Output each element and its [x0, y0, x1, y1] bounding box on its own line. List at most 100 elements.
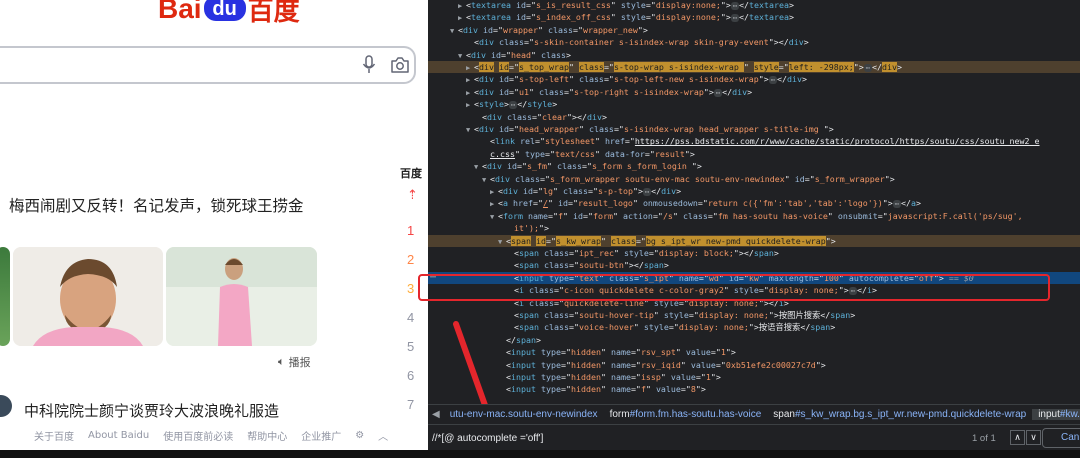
xpath-search-input[interactable]: [430, 428, 1030, 448]
dom-node-markup: <span id="s_kw_wrap" class="bg s_ipt_wr …: [506, 235, 836, 246]
dom-node-markup: <div class="clear"></div>: [482, 111, 607, 122]
scroll-left-icon[interactable]: ◀︎: [428, 409, 444, 420]
breadcrumb: ◀︎ utu-env-mac.soutu-env-newindex form#fo…: [428, 404, 1080, 424]
breadcrumb-selector: utu-env-mac.soutu-env-newindex: [449, 409, 598, 420]
ranking-number: 2: [407, 252, 415, 267]
cancel-button[interactable]: Can: [1042, 428, 1080, 448]
page-footer: 关于百度 About Baidu 使用百度前必读 帮助中心 企业推广 ⚙︎ ︿: [34, 428, 388, 443]
breadcrumb-item[interactable]: form#form.fm.has-soutu.has-voice: [604, 409, 768, 420]
ranking-number: 4: [407, 310, 415, 325]
news-avatar: [0, 395, 12, 417]
dom-node[interactable]: <input type="hidden" name="rsv_spt" valu…: [428, 346, 1080, 358]
dom-node-markup: <a href="/" id="result_logo" onmousedown…: [498, 198, 921, 209]
footer-link[interactable]: 使用百度前必读: [163, 428, 233, 443]
dom-node[interactable]: <span class="voice-hover" style="display…: [428, 321, 1080, 333]
collapse-triangle-icon[interactable]: ▶: [458, 0, 466, 12]
dom-node[interactable]: <input type="hidden" name="rsv_iqid" val…: [428, 359, 1080, 371]
news-headline[interactable]: 中科院院士颜宁谈贾玲大波浪晚礼服造: [24, 400, 279, 421]
dom-node[interactable]: ▶ <div id="lg" class="s-p-top"> ⋯ </div>: [428, 185, 1080, 197]
broadcast-button[interactable]: 🔈︎ 播报: [278, 354, 311, 370]
find-bar: 1 of 1 ∧ ∨ Can: [428, 424, 1080, 450]
expand-triangle-icon[interactable]: ▼: [458, 50, 466, 62]
dom-node-markup: <div class="s-skin-container s-isindex-w…: [474, 37, 809, 48]
breadcrumb-item[interactable]: span#s_kw_wrap.bg.s_ipt_wr.new-pmd.quick…: [767, 409, 1032, 420]
breadcrumb-item[interactable]: input#kw.s_i: [1032, 409, 1080, 420]
ranking-number: 7: [407, 397, 415, 412]
collapse-triangle-icon[interactable]: ▶: [490, 198, 498, 210]
footer-link[interactable]: 企业推广: [301, 428, 341, 443]
dom-node[interactable]: <link rel="stylesheet" href="https://pss…: [428, 135, 1080, 147]
dom-node-markup: <div id="head_wrapper" class="s-isindex-…: [474, 124, 834, 134]
collapse-icon[interactable]: ︿: [378, 428, 388, 443]
dom-node-markup: <form name="f" id="form" action="/s" cla…: [498, 210, 1023, 221]
tool-icon[interactable]: ⚙︎: [355, 430, 364, 441]
footer-link[interactable]: 关于百度: [34, 428, 74, 443]
collapse-triangle-icon[interactable]: ▶: [466, 62, 474, 74]
dom-node-markup: <input type="hidden" name="rsv_spt" valu…: [506, 347, 736, 358]
baidu-logo[interactable]: Bai du 百度: [158, 0, 300, 27]
dom-node-markup: <div id="s_top_wrap" class="s-top-wrap s…: [474, 62, 902, 72]
dom-node-markup: <div id="s-top-left" class="s-top-left-n…: [474, 74, 808, 85]
dom-node[interactable]: ▶ <div id="u1" class="s-top-right s-isind…: [428, 86, 1080, 98]
dom-node-markup: <div id="s_fm" class="s_form s_form_logi…: [482, 161, 702, 172]
dom-node[interactable]: <span class="soutu-hover-tip" style="dis…: [428, 309, 1080, 321]
dom-node[interactable]: ▼ <div id="head_wrapper" class="s-isindex…: [428, 123, 1080, 135]
expand-triangle-icon[interactable]: ▼: [474, 161, 482, 173]
dom-node[interactable]: ▶ <div id="s-top-left" class="s-top-left-…: [428, 73, 1080, 85]
news-thumbnail[interactable]: [13, 247, 163, 346]
footer-link[interactable]: About Baidu: [88, 430, 149, 441]
collapse-triangle-icon[interactable]: ▶: [466, 74, 474, 86]
dom-node[interactable]: <span class="ipt_rec" style="display: bl…: [428, 247, 1080, 259]
dom-node[interactable]: ▶ <textarea id="s_is_result_css" style="d…: [428, 0, 1080, 11]
dom-node[interactable]: ▼ <div id="wrapper" class="wrapper_new">: [428, 24, 1080, 36]
dom-node[interactable]: ▶ <a href="/" id="result_logo" onmousedow…: [428, 197, 1080, 209]
dom-node[interactable]: ▶ <textarea id="s_index_off_css" style="d…: [428, 11, 1080, 23]
dom-node-markup: <div id="head" class>: [466, 49, 571, 60]
dom-node[interactable]: ▶ <style> ⋯ </style>: [428, 98, 1080, 110]
dom-node[interactable]: ▶ <div id="s_top_wrap" class="s-top-wrap …: [428, 61, 1080, 73]
highlight-box: [418, 274, 1050, 301]
previous-match-button[interactable]: ∧: [1010, 430, 1025, 445]
dom-node-markup: it');">: [514, 223, 549, 234]
dom-node[interactable]: <div class="clear"></div>: [428, 111, 1080, 123]
dom-node[interactable]: ▼ <form name="f" id="form" action="/s" cl…: [428, 210, 1080, 222]
camera-icon[interactable]: [390, 56, 410, 74]
search-input[interactable]: [0, 46, 416, 84]
collapse-triangle-icon[interactable]: ▶: [466, 99, 474, 111]
breadcrumb-item[interactable]: utu-env-mac.soutu-env-newindex: [444, 409, 604, 420]
news-thumbnail[interactable]: [0, 247, 10, 346]
breadcrumb-tag: form: [609, 409, 630, 420]
dom-node-markup: <span class="soutu-hover-tip" style="dis…: [514, 310, 856, 320]
expand-triangle-icon[interactable]: ▼: [482, 174, 490, 186]
dom-node[interactable]: <span class="soutu-btn"></span>: [428, 259, 1080, 271]
dom-node[interactable]: ▼ <span id="s_kw_wrap" class="bg s_ipt_wr…: [428, 234, 1080, 248]
dom-node[interactable]: ▼ <div class="s_form_wrapper soutu-env-ma…: [428, 173, 1080, 185]
dom-node[interactable]: it');">: [428, 222, 1080, 234]
dom-node[interactable]: c.css" type="text/css" data-for="result"…: [428, 148, 1080, 160]
expand-triangle-icon[interactable]: ▼: [490, 211, 498, 223]
speaker-icon: 🔈︎: [278, 355, 285, 368]
collapse-triangle-icon[interactable]: ▶: [466, 87, 474, 99]
footer-link[interactable]: 帮助中心: [247, 428, 287, 443]
hot-news-title[interactable]: 梅西闹剧又反转！名记发声，锁死球王捞金: [9, 194, 304, 216]
dom-node[interactable]: ▼ <div id="s_fm" class="s_form s_form_log…: [428, 160, 1080, 172]
dom-node[interactable]: <div class="s-skin-container s-isindex-w…: [428, 36, 1080, 48]
breadcrumb-list: utu-env-mac.soutu-env-newindex form#form.…: [444, 409, 1080, 420]
breadcrumb-tag: input: [1038, 409, 1060, 420]
dom-node[interactable]: <input type="hidden" name="issp" value="…: [428, 371, 1080, 383]
expand-triangle-icon[interactable]: ▼: [466, 124, 474, 136]
expand-triangle-icon[interactable]: ▼: [498, 236, 506, 248]
dom-node-markup: <span class="soutu-btn"></span>: [514, 260, 669, 271]
ranking-number: 5: [407, 339, 415, 354]
collapse-triangle-icon[interactable]: ▶: [458, 12, 466, 24]
expand-triangle-icon[interactable]: ▼: [450, 25, 458, 37]
collapse-triangle-icon[interactable]: ▶: [490, 186, 498, 198]
dom-node-markup: <input type="hidden" name="f" value="8">: [506, 384, 706, 395]
dom-node[interactable]: <input type="hidden" name="f" value="8">: [428, 383, 1080, 395]
microphone-icon[interactable]: [362, 55, 376, 75]
dom-node[interactable]: </span>: [428, 334, 1080, 346]
next-match-button[interactable]: ∨: [1026, 430, 1041, 445]
dom-node[interactable]: ▼ <div id="head" class>: [428, 49, 1080, 61]
news-thumbnail[interactable]: [166, 247, 317, 346]
logo-chinese: 百度: [247, 0, 300, 27]
